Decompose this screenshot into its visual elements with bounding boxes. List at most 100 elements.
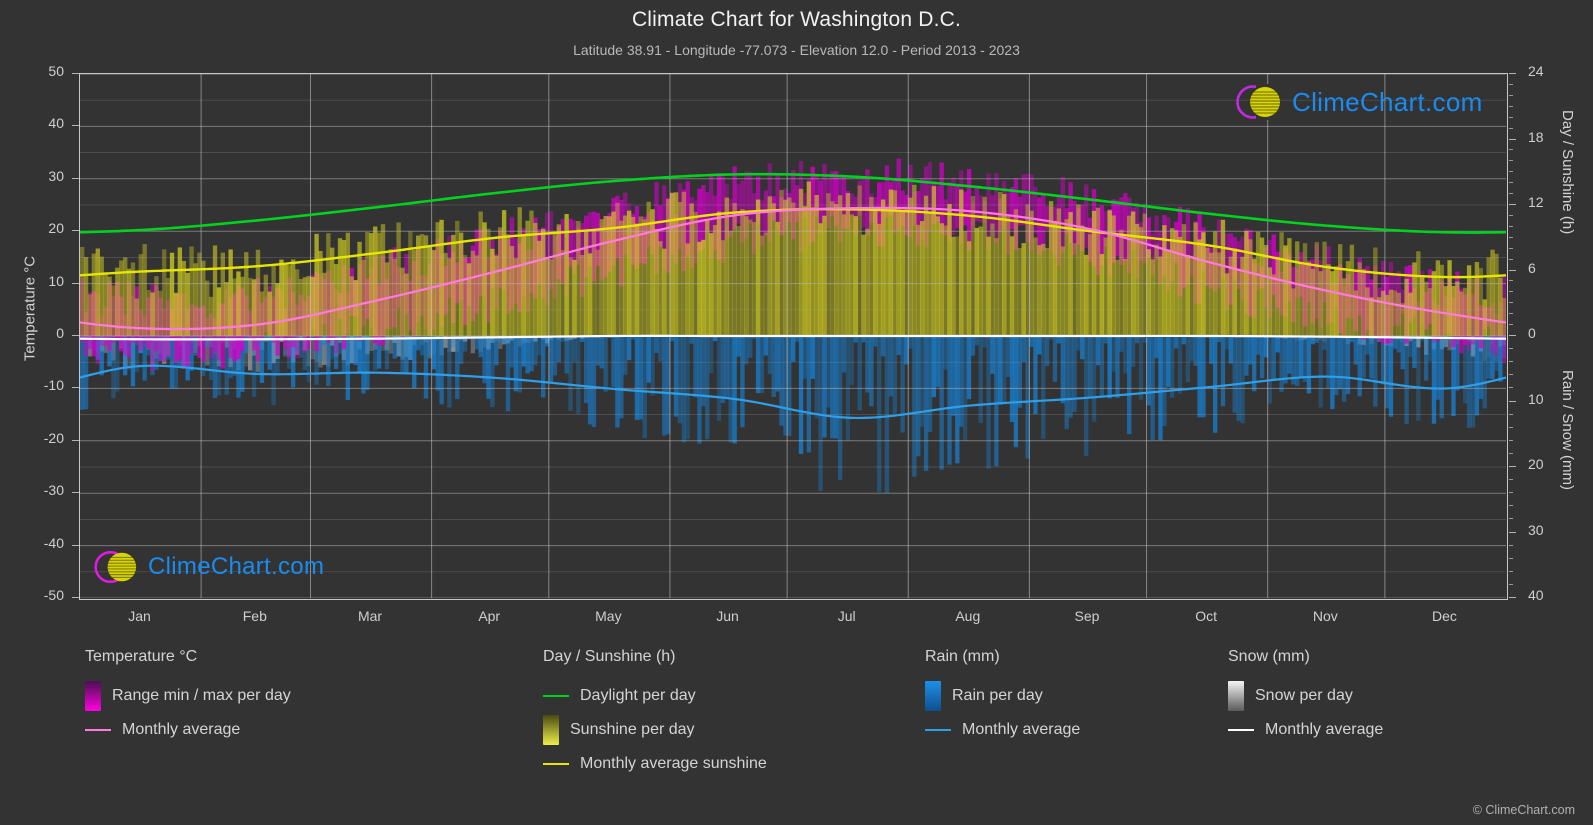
legend-swatch-icon xyxy=(543,715,559,745)
y-axis-left-title: Temperature °C xyxy=(21,255,39,362)
y-axis-right-tick-mark xyxy=(1509,583,1513,585)
legend-item[interactable]: Monthly average xyxy=(1228,713,1383,747)
x-axis-tick-label-oct: Oct xyxy=(1195,608,1218,624)
chart-canvas xyxy=(80,74,1506,598)
page-title: Climate Chart for Washington D.C. xyxy=(631,8,962,31)
y-axis-right-tick-label: 18 xyxy=(1528,128,1544,145)
y-axis-right-tick-label: 6 xyxy=(1528,259,1536,276)
y-axis-right-tick-label: 20 xyxy=(1528,456,1544,472)
y-axis-left-tick-label: 10 xyxy=(48,272,64,289)
y-axis-left-tick-mark xyxy=(72,387,79,389)
legend-item[interactable]: Monthly average sunshine xyxy=(543,747,767,781)
x-axis-tick-label-jun: Jun xyxy=(716,608,739,624)
copyright-text: © ClimeChart.com xyxy=(1472,803,1575,817)
y-axis-left-tick-label: -30 xyxy=(43,482,64,499)
y-axis-right-tick-mark xyxy=(1509,83,1513,85)
y-axis-right-tick-mark xyxy=(1509,138,1516,140)
legend-column-rain-mm: Rain (mm) Rain per day Monthly average xyxy=(925,648,1080,747)
page-subtitle: Latitude 38.91 - Longitude -77.073 - Ele… xyxy=(573,42,1020,58)
y-axis-left-tick-label: 30 xyxy=(48,167,64,184)
y-axis-right-tick-mark xyxy=(1509,466,1516,467)
legend-heading: Rain (mm) xyxy=(925,648,1000,665)
y-axis-left-tick-mark xyxy=(72,125,79,127)
y-axis-right-tick-mark xyxy=(1509,557,1513,559)
y-axis-right-tick-mark xyxy=(1509,400,1516,402)
y-axis-right-tick-mark xyxy=(1509,570,1513,572)
legend-column-snow-mm: Snow (mm) Snow per day Monthly average xyxy=(1228,648,1383,747)
y-axis-right-tick-mark xyxy=(1509,597,1516,598)
legend-item[interactable]: Monthly average xyxy=(85,713,291,747)
legend-line-icon xyxy=(543,695,569,697)
y-axis-right-tick-mark xyxy=(1509,531,1516,533)
legend-item[interactable]: Daylight per day xyxy=(543,679,767,713)
x-axis-tick-label-apr: Apr xyxy=(478,608,501,624)
y-axis-right-tick-label: 30 xyxy=(1528,521,1544,538)
legend-item[interactable]: Rain per day xyxy=(925,679,1080,713)
legend-swatch-icon xyxy=(85,681,101,711)
y-axis-right-tick-mark xyxy=(1509,116,1513,118)
y-axis-left-tick-mark xyxy=(72,335,79,336)
y-axis-left-tick-mark xyxy=(72,177,79,179)
x-axis-tick-label-aug: Aug xyxy=(955,608,981,624)
y-axis-right-tick-mark xyxy=(1509,258,1513,260)
y-axis-left-tick-label: -40 xyxy=(43,534,64,551)
legend-swatch-icon xyxy=(925,681,941,711)
y-axis-left-tick-label: 0 xyxy=(56,325,64,341)
y-axis-left-tick-mark xyxy=(72,73,79,74)
legend-item-label: Monthly average xyxy=(962,721,1081,738)
x-axis-tick-label-feb: Feb xyxy=(242,608,267,624)
y-axis-right-tick-mark xyxy=(1509,171,1513,173)
legend-swatch-icon xyxy=(1228,681,1244,711)
y-axis-right-tick-mark xyxy=(1509,280,1513,282)
x-axis-tick-label-dec: Dec xyxy=(1431,608,1457,624)
legend-line-icon xyxy=(925,729,951,731)
legend-item-label: Rain per day xyxy=(952,687,1043,704)
y-axis-right-tick-mark xyxy=(1509,214,1513,216)
y-axis-right-tick-mark xyxy=(1509,413,1513,415)
y-axis-right-tick-mark xyxy=(1509,387,1513,389)
climechart-logo-icon xyxy=(1236,84,1280,120)
legend-item-label: Range min / max per day xyxy=(112,687,291,704)
legend-heading: Day / Sunshine (h) xyxy=(543,648,676,665)
y-axis-right-tick-mark xyxy=(1509,302,1513,304)
y-axis-right-tick-mark xyxy=(1509,182,1513,184)
y-axis-left-tick-mark xyxy=(72,597,79,598)
y-axis-right-tick-label: 0 xyxy=(1528,325,1536,341)
y-axis-left-tick-mark xyxy=(72,230,79,232)
x-axis-tick-label-jul: Jul xyxy=(837,608,856,624)
y-axis-right-tick-label: 24 xyxy=(1528,63,1544,79)
y-axis-left-tick-label: 20 xyxy=(48,220,64,237)
x-axis-tick-label-mar: Mar xyxy=(357,608,383,624)
y-axis-right-tick-mark xyxy=(1509,452,1513,454)
y-axis-right-tick-mark xyxy=(1509,361,1513,363)
y-axis-left-tick-label: -50 xyxy=(43,587,64,603)
legend-item-label: Monthly average sunshine xyxy=(580,755,767,772)
y-axis-right-tick-mark xyxy=(1509,247,1513,249)
y-axis-right-tick-mark xyxy=(1509,105,1513,107)
y-axis-right-tick-mark xyxy=(1509,492,1513,494)
y-axis-right-tick-mark xyxy=(1509,291,1513,293)
y-axis-right-tick-mark xyxy=(1509,193,1513,195)
legend-item-label: Snow per day xyxy=(1255,687,1353,704)
y-axis-right-tick-mark xyxy=(1509,313,1513,315)
y-axis-right-tick-mark xyxy=(1509,269,1516,271)
legend-item-label: Sunshine per day xyxy=(570,721,695,738)
y-axis-right-tick-label: 10 xyxy=(1528,390,1544,407)
legend-column-day-sunshine-h: Day / Sunshine (h) Daylight per day Sunshi… xyxy=(543,648,767,781)
y-axis-right-tick-mark xyxy=(1509,374,1513,376)
y-axis-right-tick-mark xyxy=(1509,73,1516,74)
y-axis-left-tick-label: 50 xyxy=(48,63,64,79)
y-axis-right-tick-mark xyxy=(1509,505,1513,507)
legend-line-icon xyxy=(543,763,569,765)
y-axis-left-tick-label: 40 xyxy=(48,115,64,132)
y-axis-right-tick-mark xyxy=(1509,479,1513,481)
y-axis-left-tick-label: -10 xyxy=(43,377,64,394)
legend-item[interactable]: Sunshine per day xyxy=(543,713,767,747)
watermark-text-top: ClimeChart.com xyxy=(1292,86,1483,117)
climechart-logo-icon xyxy=(94,551,137,583)
legend-item[interactable]: Snow per day xyxy=(1228,679,1383,713)
legend-item[interactable]: Monthly average xyxy=(925,713,1080,747)
y-axis-right-tick-mark xyxy=(1509,518,1513,520)
climate-chart-plot: ClimeChart.com ClimeChart.com xyxy=(79,73,1508,600)
legend-item[interactable]: Range min / max per day xyxy=(85,679,291,713)
